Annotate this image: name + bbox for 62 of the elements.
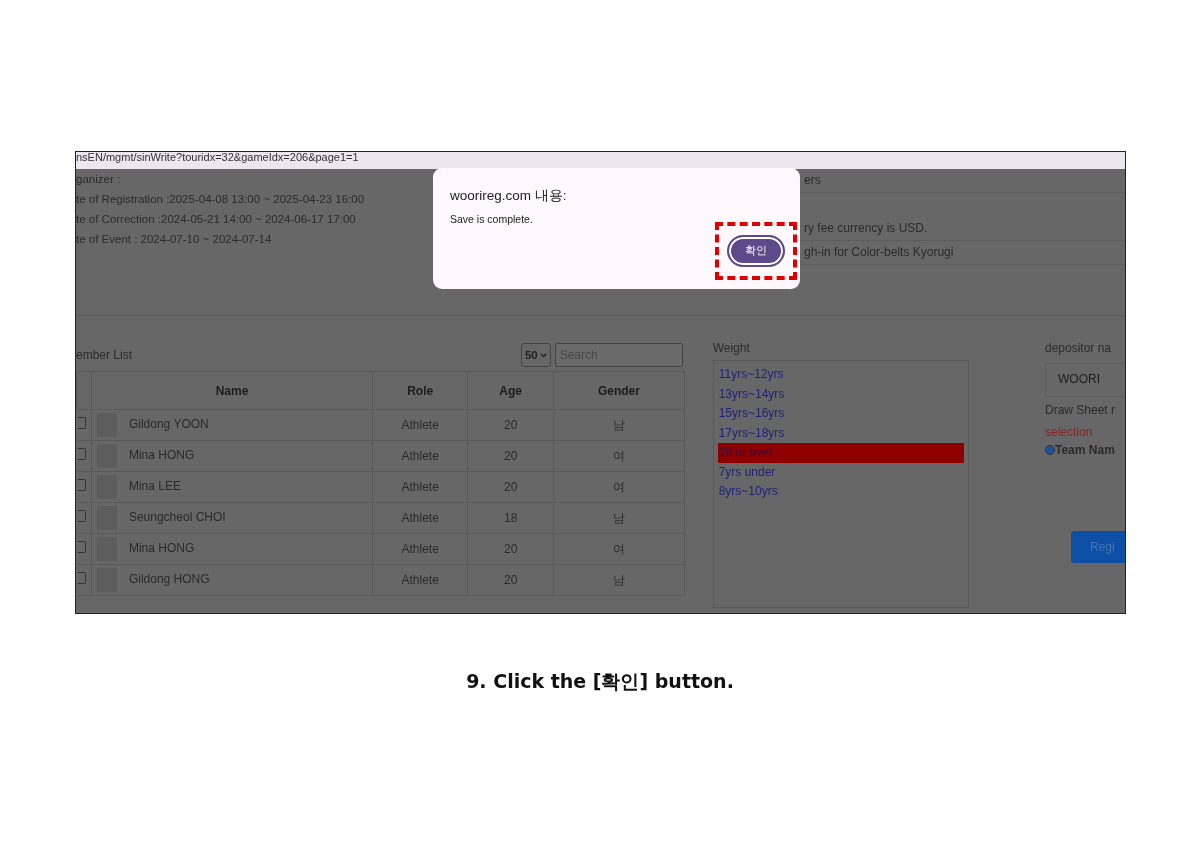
event-info-line: te of Registration :2025-04-08 13:00 ~ 2025-04-23 16:00 (76, 192, 365, 207)
table-cell: 여 (553, 440, 685, 472)
column-header: Role (372, 371, 468, 410)
table-cell: Athlete (372, 564, 468, 596)
column-header: Age (467, 371, 554, 410)
depositor-label: depositor na (1045, 340, 1113, 357)
table-cell: 여 (553, 471, 685, 503)
url-text: nsEN/mgmt/sinWrite?touridx=32&gameIdx=206&page1=1 (76, 152, 359, 163)
draw-sheet-label: Draw Sheet r (1045, 402, 1117, 419)
row-checkbox[interactable] (77, 541, 86, 553)
row-checkbox[interactable] (77, 572, 86, 584)
table-cell: 20 (467, 533, 554, 565)
table-cell: 남 (553, 564, 685, 596)
table-cell: Athlete (372, 471, 468, 503)
table-cell: 남 (553, 409, 685, 441)
member-name: Gildong HONG (128, 572, 210, 587)
page-size-select[interactable]: 50 (520, 343, 551, 367)
event-info-line: te of Event : 2024-07-10 ~ 2024-07-14 (76, 232, 273, 247)
row-checkbox[interactable] (77, 417, 86, 429)
weight-option[interactable]: 7yrs under (717, 462, 964, 482)
weight-option[interactable]: 8yrs~10yrs (717, 482, 964, 502)
table-cell: Athlete (372, 533, 468, 565)
row-checkbox[interactable] (77, 510, 86, 522)
weight-option[interactable]: 15yrs~16yrs (717, 404, 964, 424)
table-cell: Athlete (372, 502, 468, 534)
selection-label: selection (1045, 424, 1094, 441)
radio-label: Team Nam (1055, 443, 1115, 457)
member-name: Mina HONG (128, 541, 195, 556)
table-cell: Athlete (372, 440, 468, 472)
dialog-message: Save is complete. (450, 212, 534, 228)
row-checkbox[interactable] (77, 479, 86, 491)
ok-button[interactable]: 확인 (727, 235, 785, 267)
member-name: Seungcheol CHOI (128, 510, 226, 525)
member-name: Mina HONG (128, 448, 195, 463)
table-cell: 20 (467, 440, 554, 472)
event-info-line: ganizer : (76, 172, 122, 187)
row-checkbox[interactable] (77, 448, 86, 460)
table-cell: 20 (467, 409, 554, 441)
table-cell: 20 (467, 471, 554, 503)
section-title: ember List (76, 347, 133, 364)
table-cell: 여 (553, 533, 685, 565)
member-name: Mina LEE (128, 479, 181, 494)
column-header: Name (91, 371, 373, 410)
weight-label: Weight (712, 340, 751, 357)
table-cell: Athlete (372, 409, 468, 441)
table-cell: 18 (467, 502, 554, 534)
event-info-line: te of Correction :2024-05-21 14:00 ~ 2024-06-17 17:00 (76, 212, 357, 227)
weight-option[interactable]: 17yrs~18yrs (717, 423, 964, 443)
register-button[interactable]: Regi (1071, 531, 1125, 563)
weight-option[interactable]: 19 or over (717, 443, 964, 463)
column-header: Gender (553, 371, 685, 410)
weight-option[interactable]: 13yrs~14yrs (717, 384, 964, 404)
instruction-caption: 9. Click the [확인] button. (465, 669, 735, 694)
table-cell: 20 (467, 564, 554, 596)
dialog-title: woorireg.com 내용: (450, 187, 568, 205)
weight-listbox[interactable]: 11yrs~12yrs 13yrs~14yrs 15yrs~16yrs 17yrs~18yrs 19 or over 7yrs under 8yrs~10yrs (712, 360, 969, 608)
depositor-field[interactable]: WOORI (1045, 363, 1125, 397)
radio-button[interactable] (1045, 445, 1055, 455)
table-cell: 남 (553, 502, 685, 534)
weight-option[interactable]: 11yrs~12yrs (717, 365, 964, 385)
caret-icon (539, 353, 547, 359)
member-name: Gildong YOON (128, 417, 209, 432)
